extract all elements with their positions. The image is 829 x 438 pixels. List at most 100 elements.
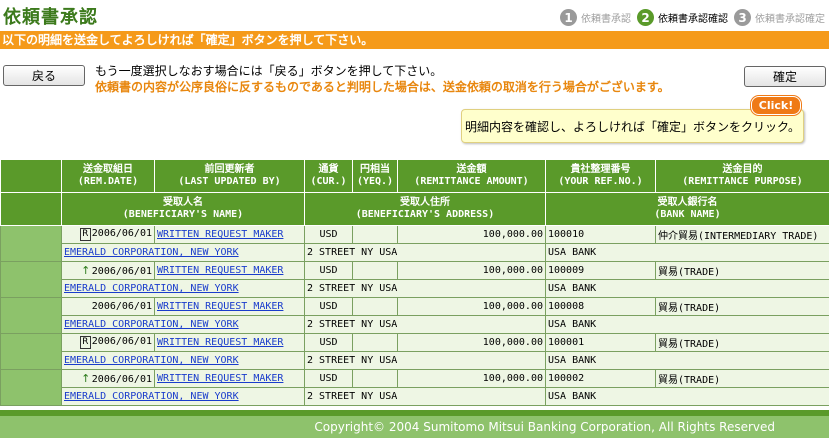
beneficiary-name-link[interactable]: EMERALD CORPORATION, NEW YORK (64, 247, 239, 258)
currency-cell: USD (304, 369, 353, 388)
currency-cell: USD (304, 225, 353, 244)
table-row: R 2006/06/01 WRITTEN REQUEST MAKER USD 100,0… (0, 333, 829, 370)
amount-cell: 100,000.00 (397, 369, 546, 388)
beneficiary-name-cell: EMERALD CORPORATION, NEW YORK (61, 279, 305, 298)
amount-cell: 100,000.00 (397, 333, 546, 352)
rem-date-cell: ↑2006/06/01 (61, 261, 155, 280)
bank-name-cell: USA BANK (545, 351, 829, 370)
step-label: 依頼書承認確定 (755, 14, 825, 25)
ref-no-cell: 100010 (545, 225, 656, 244)
header-corner (0, 192, 62, 226)
step-number-icon: 3 (734, 9, 751, 26)
header-remittance-amount: 送金額 (REMITTANCE AMOUNT) (397, 159, 546, 193)
yen-equivalent-cell (352, 225, 398, 244)
beneficiary-name-link[interactable]: EMERALD CORPORATION, NEW YORK (64, 391, 239, 402)
row-side-cell (0, 333, 62, 370)
table-row-detail: EMERALD CORPORATION, NEW YORK 2 STREET NY… (1, 243, 829, 262)
amount-cell: 100,000.00 (397, 297, 546, 316)
confirm-button[interactable]: 確定 (744, 66, 826, 87)
table-row-detail: EMERALD CORPORATION, NEW YORK 2 STREET NY… (1, 351, 829, 370)
step-1: 1 依頼書承認 (560, 9, 631, 26)
table-row: ↑2006/06/01 WRITTEN REQUEST MAKER USD 100,0… (0, 369, 829, 406)
table-row-detail: EMERALD CORPORATION, NEW YORK 2 STREET NY… (1, 279, 829, 298)
beneficiary-address-cell: 2 STREET NY USA (304, 351, 546, 370)
last-updated-by-link[interactable]: WRITTEN REQUEST MAKER (157, 229, 283, 240)
purpose-cell: 貿易(TRADE) (655, 333, 829, 352)
row-side-cell (0, 261, 62, 298)
table-row: 2006/06/01 WRITTEN REQUEST MAKER USD 100,00… (0, 297, 829, 334)
yen-equivalent-cell (352, 333, 398, 352)
header-bank-name: 受取人銀行名 (BANK NAME) (545, 192, 829, 226)
step-number-icon: 1 (560, 9, 577, 26)
amount-cell: 100,000.00 (397, 225, 546, 244)
header-row-1: 送金取組日 (REM.DATE) 前回更新者 (LAST UPDATED BY) 通… (0, 159, 829, 193)
purpose-cell: 仲介貿易(INTERMEDIARY TRADE) (655, 225, 829, 244)
rem-date-cell: 2006/06/01 (61, 297, 155, 316)
header-remittance-purpose: 送金目的 (REMITTANCE PURPOSE) (655, 159, 829, 193)
click-badge: Click! (751, 96, 801, 115)
last-updated-by-link[interactable]: WRITTEN REQUEST MAKER (157, 301, 283, 312)
row-side-cell (0, 369, 62, 406)
ref-no-cell: 100009 (545, 261, 656, 280)
beneficiary-address-cell: 2 STREET NY USA (304, 387, 546, 406)
header-corner (0, 159, 62, 193)
step-2: 2 依頼書承認確認 (637, 9, 728, 26)
bank-name-cell: USA BANK (545, 243, 829, 262)
beneficiary-name-cell: EMERALD CORPORATION, NEW YORK (61, 315, 305, 334)
purpose-cell: 貿易(TRADE) (655, 261, 829, 280)
back-button[interactable]: 戻る (3, 65, 85, 86)
header-beneficiary-address: 受取人住所 (BENEFICIARY'S ADDRESS) (304, 192, 546, 226)
header-last-updated-by: 前回更新者 (LAST UPDATED BY) (154, 159, 305, 193)
table-row-detail: EMERALD CORPORATION, NEW YORK 2 STREET NY… (1, 387, 829, 406)
beneficiary-address-cell: 2 STREET NY USA (304, 279, 546, 298)
progress-steps: 1 依頼書承認 2 依頼書承認確認 3 依頼書承認確定 (554, 9, 825, 26)
table-row: R 2006/06/01 WRITTEN REQUEST MAKER USD 100,0… (0, 225, 829, 262)
last-updated-by-link[interactable]: WRITTEN REQUEST MAKER (157, 265, 283, 276)
yen-equivalent-cell (352, 369, 398, 388)
header-beneficiary-name: 受取人名 (BENEFICIARY'S NAME) (61, 192, 305, 226)
ref-no-cell: 100001 (545, 333, 656, 352)
last-updated-by-link[interactable]: WRITTEN REQUEST MAKER (157, 373, 283, 384)
beneficiary-name-cell: EMERALD CORPORATION, NEW YORK (61, 351, 305, 370)
purpose-cell: 貿易(TRADE) (655, 369, 829, 388)
table-row: ↑2006/06/01 WRITTEN REQUEST MAKER USD 100,0… (0, 261, 829, 298)
last-updated-by-cell: WRITTEN REQUEST MAKER (154, 333, 305, 352)
last-updated-by-cell: WRITTEN REQUEST MAKER (154, 369, 305, 388)
ref-no-cell: 100002 (545, 369, 656, 388)
bank-name-cell: USA BANK (545, 279, 829, 298)
amount-cell: 100,000.00 (397, 261, 546, 280)
beneficiary-name-link[interactable]: EMERALD CORPORATION, NEW YORK (64, 283, 239, 294)
step-label: 依頼書承認 (581, 14, 631, 25)
bank-name-cell: USA BANK (545, 315, 829, 334)
revised-icon: R (79, 336, 91, 349)
rem-date-cell: R 2006/06/01 (61, 333, 155, 352)
purpose-cell: 貿易(TRADE) (655, 297, 829, 316)
bank-name-cell: USA BANK (545, 387, 829, 406)
rem-date-cell: R 2006/06/01 (61, 225, 155, 244)
last-updated-by-link[interactable]: WRITTEN REQUEST MAKER (157, 337, 283, 348)
beneficiary-address-cell: 2 STREET NY USA (304, 315, 546, 334)
footer-copyright: Copyright© 2004 Sumitomo Mitsui Banking … (0, 416, 829, 438)
currency-cell: USD (304, 333, 353, 352)
page-title: 依頼書承認 (3, 7, 98, 28)
rem-date-cell: ↑2006/06/01 (61, 369, 155, 388)
instruction-banner: 以下の明細を送金してよろしければ「確定」ボタンを押して下さい。 (0, 31, 829, 49)
beneficiary-address-cell: 2 STREET NY USA (304, 243, 546, 262)
ref-no-cell: 100008 (545, 297, 656, 316)
beneficiary-name-cell: EMERALD CORPORATION, NEW YORK (61, 387, 305, 406)
confirm-tooltip: 明細内容を確認し、よろしければ「確定」ボタンをクリック。 (461, 109, 804, 143)
arrow-up-icon: ↑ (81, 372, 91, 385)
yen-equivalent-cell (352, 261, 398, 280)
remittance-table: 送金取組日 (REM.DATE) 前回更新者 (LAST UPDATED BY) 通… (0, 159, 829, 406)
header-currency: 通貨 (CUR.) (304, 159, 353, 193)
step-label: 依頼書承認確認 (658, 14, 728, 25)
beneficiary-name-link[interactable]: EMERALD CORPORATION, NEW YORK (64, 355, 239, 366)
beneficiary-name-link[interactable]: EMERALD CORPORATION, NEW YORK (64, 319, 239, 330)
step-number-icon: 2 (637, 9, 654, 26)
header-yen-equivalent: 円相当 (YEQ.) (352, 159, 398, 193)
beneficiary-name-cell: EMERALD CORPORATION, NEW YORK (61, 243, 305, 262)
last-updated-by-cell: WRITTEN REQUEST MAKER (154, 225, 305, 244)
last-updated-by-cell: WRITTEN REQUEST MAKER (154, 297, 305, 316)
last-updated-by-cell: WRITTEN REQUEST MAKER (154, 261, 305, 280)
arrow-up-icon: ↑ (81, 264, 91, 277)
